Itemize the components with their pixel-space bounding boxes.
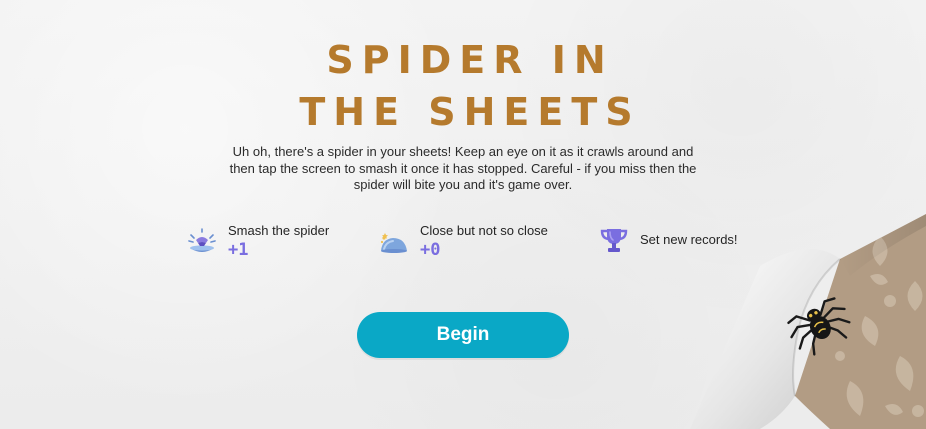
points-value: +1 xyxy=(228,240,249,260)
smash-icon xyxy=(188,227,216,252)
trophy-icon xyxy=(600,229,628,252)
game-title: SPIDER IN THE SHEETS xyxy=(0,34,926,138)
feature-label: Set new records! xyxy=(640,232,738,247)
feature-close-miss: Close but not so close +0 xyxy=(378,222,548,259)
close-miss-icon xyxy=(380,232,407,253)
title-line-2: THE SHEETS xyxy=(299,90,641,134)
feature-new-records: Set new records! xyxy=(598,224,738,256)
feature-smash-spider: Smash the spider +1 xyxy=(186,222,329,259)
points-value: +0 xyxy=(420,240,441,260)
feature-label: Close but not so close xyxy=(420,223,548,238)
feature-label: Smash the spider xyxy=(228,223,330,238)
title-line-1: SPIDER IN xyxy=(326,38,614,82)
begin-button[interactable]: Begin xyxy=(357,312,569,358)
instructions-text: Uh oh, there's a spider in your sheets! … xyxy=(229,144,697,192)
